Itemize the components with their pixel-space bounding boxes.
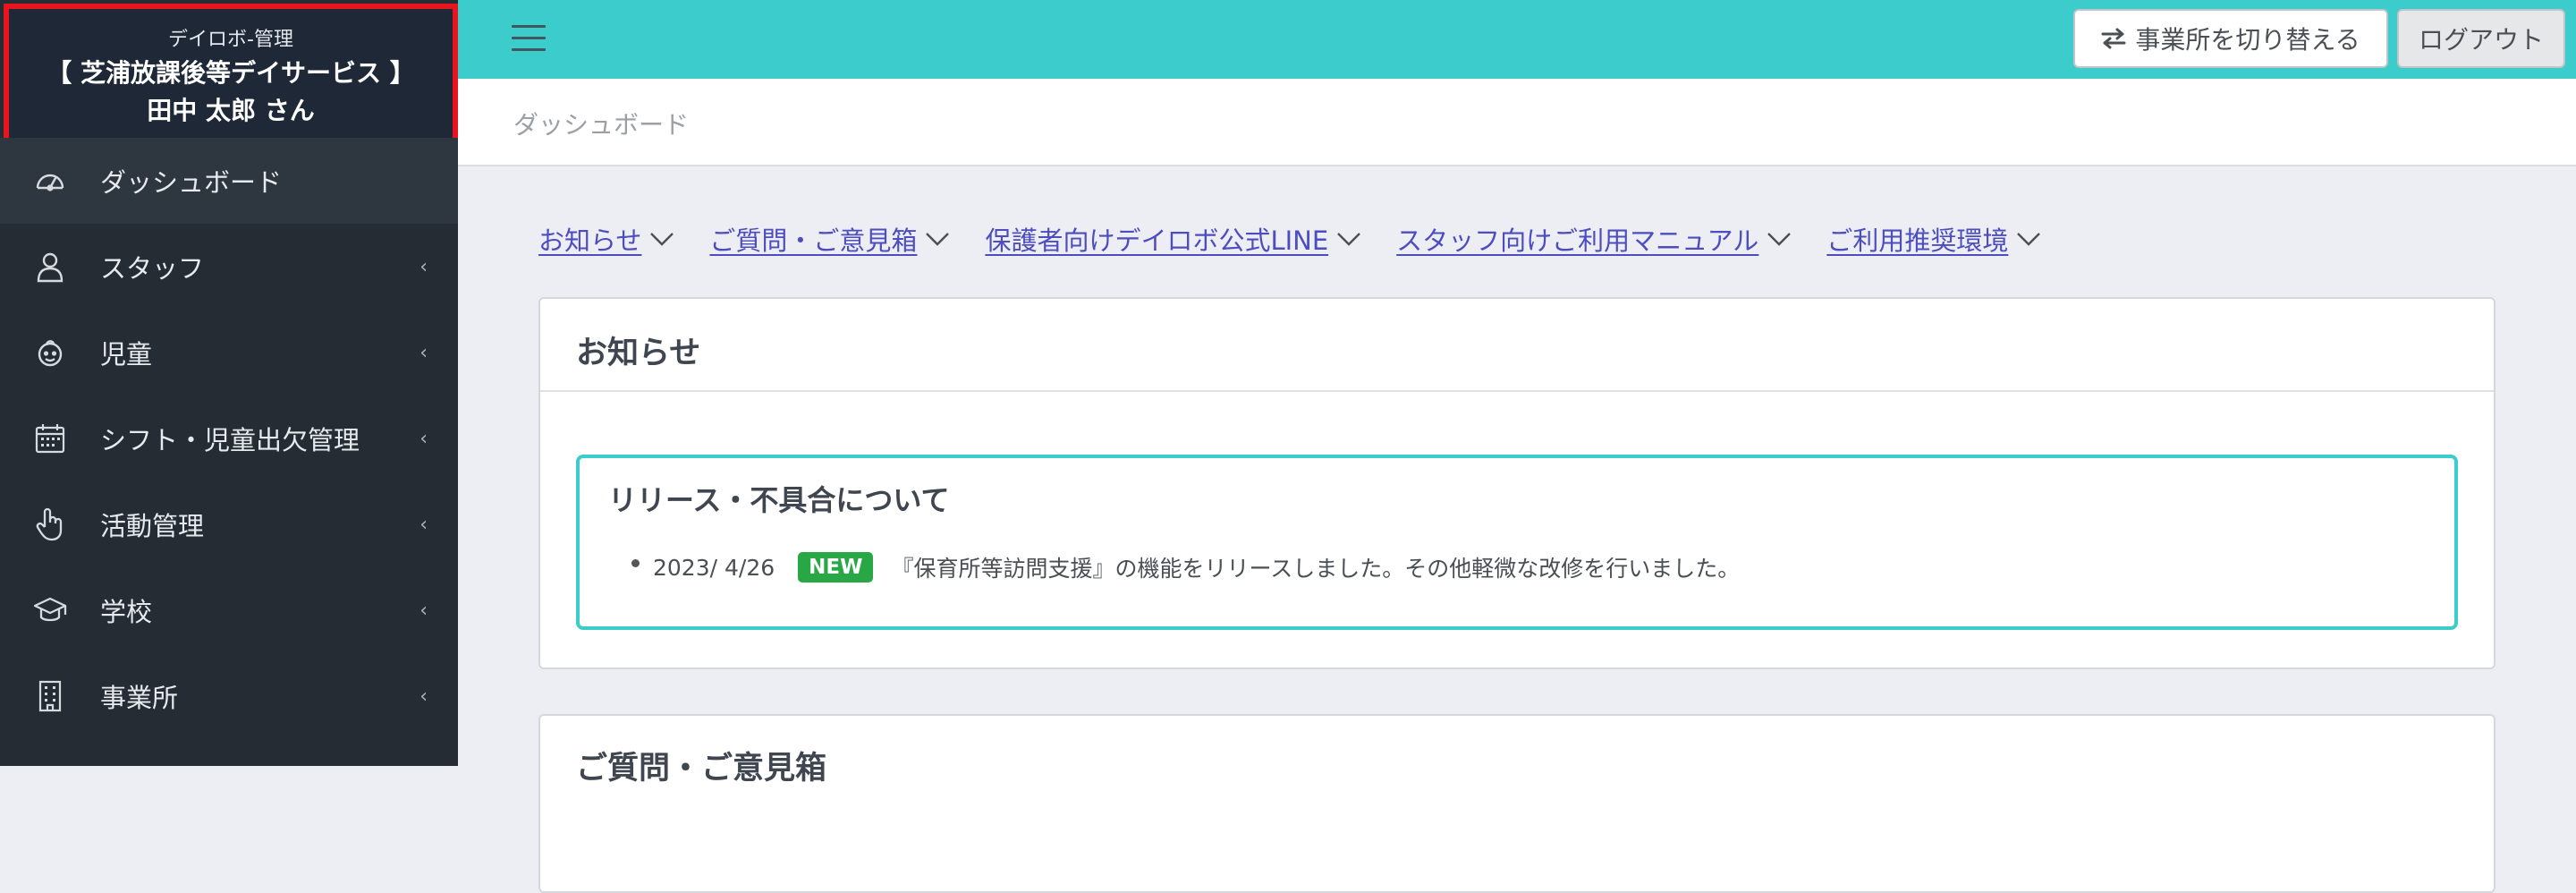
sidebar-item-shift[interactable]: シフト・児童出欠管理 ‹ <box>0 395 458 481</box>
link-environment[interactable]: ご利用推奨環境 <box>1826 220 2042 258</box>
list-item: 2023/ 4/26 NEW 『保育所等訪問支援』の機能をリリースしました。その… <box>631 551 1741 583</box>
feedback-card: ご質問・ご意見箱 <box>538 714 2496 893</box>
chevron-left-icon: ‹ <box>419 599 428 622</box>
chevron-left-icon: ‹ <box>419 685 428 708</box>
logout-button[interactable]: ログアウト <box>2397 9 2565 68</box>
brand-header: デイロボ-管理 【 芝浦放課後等デイサービス 】 田中 太郎 さん <box>4 4 458 145</box>
release-text: 『保育所等訪問支援』の機能をリリースしました。その他軽微な改修を行いました。 <box>891 556 1741 582</box>
chevron-left-icon: ‹ <box>419 513 428 536</box>
sidebar-item-label: 活動管理 <box>100 511 205 541</box>
sidebar-item-label: 児童 <box>100 339 153 370</box>
sidebar-item-label: シフト・児童出欠管理 <box>100 425 360 455</box>
sidebar-item-staff[interactable]: スタッフ ‹ <box>0 224 458 310</box>
release-date: 2023/ 4/26 <box>653 554 775 581</box>
calendar-icon <box>32 421 68 456</box>
sidebar-item-school[interactable]: 学校 ‹ <box>0 567 458 653</box>
building-icon <box>32 678 68 714</box>
sidebar-item-office[interactable]: 事業所 ‹ <box>0 653 458 739</box>
sidebar: デイロボ-管理 【 芝浦放課後等デイサービス 】 田中 太郎 さん ダッシュボー… <box>0 0 458 766</box>
chevron-down-icon <box>926 233 950 246</box>
chevron-left-icon: ‹ <box>419 341 428 364</box>
sidebar-item-activity[interactable]: 活動管理 ‹ <box>0 481 458 567</box>
sidebar-item-label: 事業所 <box>100 683 179 713</box>
release-box: リリース・不具合について 2023/ 4/26 NEW 『保育所等訪問支援』の機… <box>576 455 2458 630</box>
chevron-down-icon <box>1767 233 1792 246</box>
news-title: お知らせ <box>576 336 701 371</box>
link-label: 保護者向けデイロボ公式LINE <box>985 225 1329 256</box>
chevron-left-icon: ‹ <box>419 427 428 450</box>
user-icon <box>32 249 68 285</box>
link-label: ご利用推奨環境 <box>1826 225 2009 256</box>
sidebar-item-children[interactable]: 児童 ‹ <box>0 310 458 395</box>
link-line[interactable]: 保護者向けデイロボ公式LINE <box>985 220 1362 258</box>
link-feedback[interactable]: ご質問・ご意見箱 <box>709 220 951 258</box>
menu-toggle-button[interactable] <box>512 25 546 55</box>
news-card-header: お知らせ <box>540 299 2494 392</box>
office-name: 【 芝浦放課後等デイサービス 】 <box>47 58 415 88</box>
sidebar-item-dashboard[interactable]: ダッシュボード <box>0 138 458 224</box>
breadcrumb: ダッシュボード <box>458 79 2576 166</box>
sidebar-item-label: 学校 <box>100 597 153 627</box>
new-badge: NEW <box>798 552 874 583</box>
sidebar-item-label: ダッシュボード <box>100 167 283 198</box>
link-label: ご質問・ご意見箱 <box>709 225 918 256</box>
topbar: 事業所を切り替える ログアウト <box>458 0 2576 79</box>
sidebar-item-label: スタッフ <box>100 253 205 284</box>
hand-pointer-icon <box>32 506 68 542</box>
link-news[interactable]: お知らせ <box>538 220 675 258</box>
link-label: お知らせ <box>538 225 642 256</box>
section-links: お知らせ ご質問・ご意見箱 保護者向けデイロボ公式LINE スタッフ向けご利用マ… <box>538 220 2076 258</box>
breadcrumb-current: ダッシュボード <box>513 110 690 140</box>
user-name: 田中 太郎 さん <box>147 96 315 125</box>
child-icon <box>32 335 68 370</box>
chevron-down-icon <box>1337 233 1361 246</box>
link-manual[interactable]: スタッフ向けご利用マニュアル <box>1396 220 1792 258</box>
app-name: デイロボ-管理 <box>168 29 293 51</box>
chevron-left-icon: ‹ <box>419 255 428 278</box>
switch-office-button[interactable]: 事業所を切り替える <box>2073 9 2388 68</box>
graduation-cap-icon <box>32 592 68 628</box>
dashboard-icon <box>32 163 68 199</box>
chevron-down-icon <box>2017 233 2041 246</box>
bullet <box>631 559 640 567</box>
switch-office-label: 事業所を切り替える <box>2135 25 2360 55</box>
exchange-icon <box>2101 28 2126 49</box>
link-label: スタッフ向けご利用マニュアル <box>1396 225 1759 256</box>
chevron-down-icon <box>650 233 674 246</box>
news-card: お知らせ リリース・不具合について 2023/ 4/26 NEW 『保育所等訪問… <box>538 297 2496 669</box>
release-title: リリース・不具合について <box>608 483 950 517</box>
